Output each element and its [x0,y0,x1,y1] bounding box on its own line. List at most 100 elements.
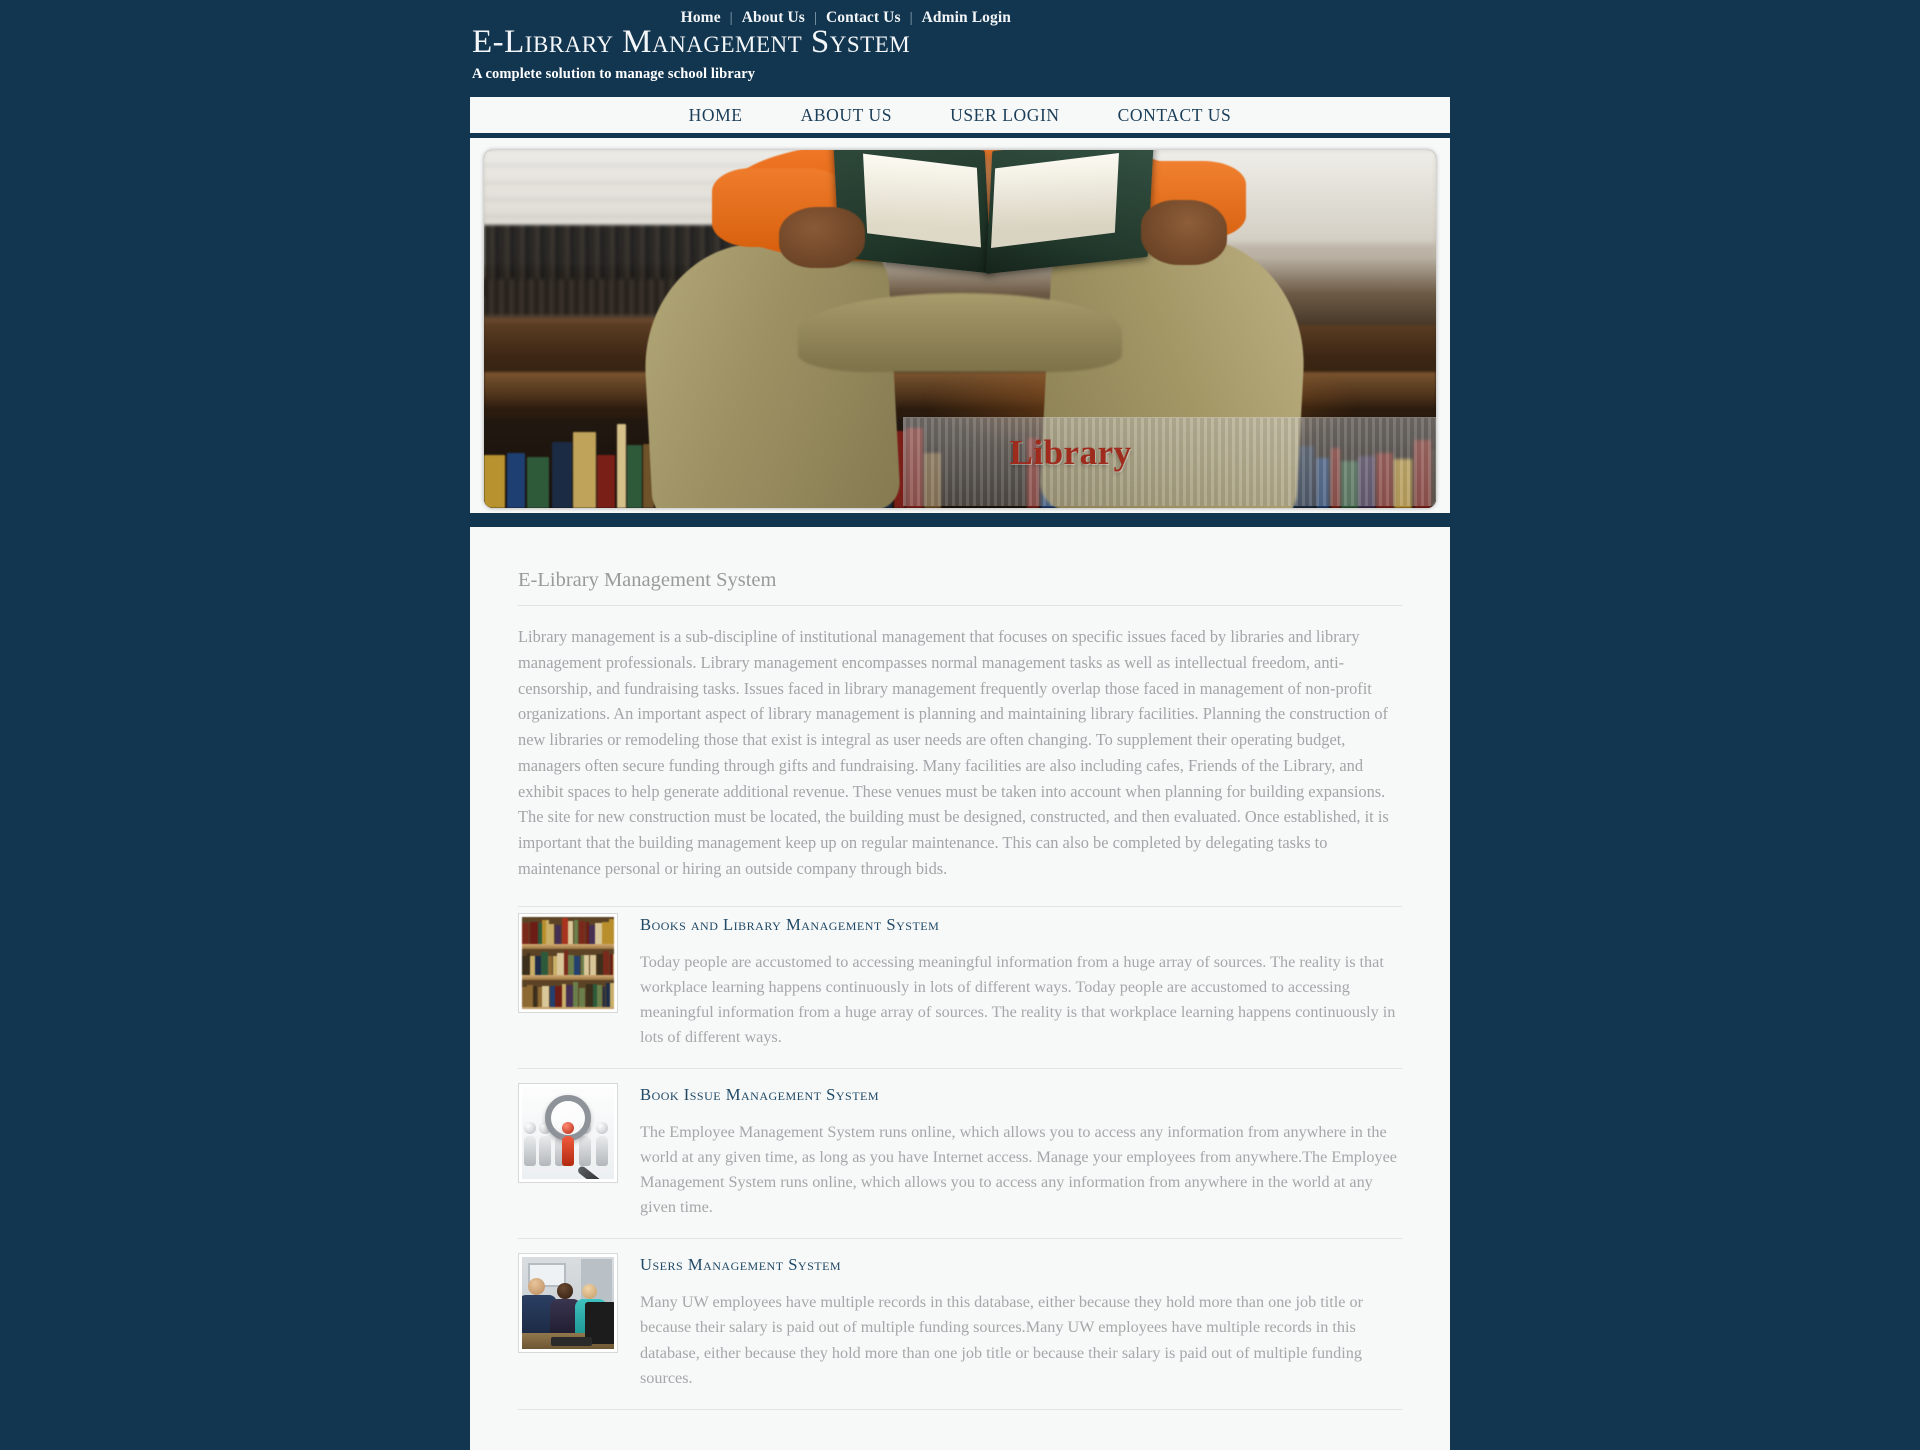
book-spine [616,423,627,508]
book-spine [597,984,603,1007]
book-spine [609,919,614,945]
top-nav-admin-login[interactable]: Admin Login [913,9,1020,26]
book-spine [585,984,593,1007]
book-spine [529,921,535,945]
book-spine [597,454,615,508]
book-spine [589,924,595,945]
intro-paragraph: Library management is a sub-discipline o… [518,627,1389,878]
book-spine [602,922,609,945]
banner-book-pages-right [991,152,1120,248]
site-title: E-Library Management System [472,24,911,60]
book-spine [574,956,581,976]
book-spine [568,921,574,945]
book-spine [526,457,549,508]
book-spine [573,431,596,508]
book-spine [573,981,579,1007]
content-panel: E-Library Management System Library mana… [470,527,1450,1450]
banner-overlay-texture [902,417,1436,506]
book-spine [602,951,610,976]
top-utility-nav: Home | About Us | Contact Us | Admin Login [0,9,1920,27]
book-spine [530,955,535,976]
book-spine [549,924,555,945]
banner-person-hand-left [779,207,865,269]
keyboard-icon [551,1336,592,1346]
main-nav-link-contact-us[interactable]: CONTACT US [1089,97,1261,132]
book-spine [548,955,553,976]
book-spine [613,954,614,976]
feature-title: Users Management System [640,1255,842,1275]
feature-title: Book Issue Management System [640,1084,880,1104]
book-spine [561,918,569,945]
site-tagline: A complete solution to manage school lib… [472,66,756,83]
main-nav: HOME ABOUT US USER LOGIN CONTACT US [470,97,1450,138]
feature-item: Books and Library Management System Toda… [518,905,1402,1068]
feature-text: Today people are accustomed to accessing… [640,952,1396,1046]
banner-person-lap [798,293,1122,372]
book-spine [551,442,572,508]
main-nav-link-home[interactable]: HOME [660,97,772,132]
book-spine [595,922,602,945]
banner-overlay-strip: Library [902,416,1436,506]
book-spine [522,955,527,976]
feature-item: Book Issue Management System The Employe… [518,1067,1402,1238]
figure-icon [523,1122,536,1167]
book-spine [522,986,527,1007]
hero-banner-image: Library [484,150,1436,508]
book-spine [522,923,530,945]
book-spine [542,986,550,1007]
feature-list: Books and Library Management System Toda… [518,905,1402,1410]
book-spine [549,985,555,1007]
feature-body: Users Management System Many UW employee… [640,1253,1402,1390]
users-computer-thumbnail-art [522,1257,614,1350]
book-spine [541,952,548,976]
feature-body: Books and Library Management System Toda… [640,913,1402,1050]
book-spine [527,984,534,1007]
main-nav-link-user-login[interactable]: USER LOGIN [921,97,1089,132]
shelf-board [522,975,614,980]
books-shelf-thumbnail-art [522,916,614,1009]
book-spine [596,953,603,976]
book-spine [566,985,573,1007]
shelf-board [522,1006,614,1009]
books-shelf-thumbnail[interactable] [518,912,618,1013]
main-nav-list: HOME ABOUT US USER LOGIN CONTACT US [660,97,1261,132]
feature-text: Many UW employees have multiple records … [640,1293,1363,1387]
page-root: Home | About Us | Contact Us | Admin Login E-L… [0,0,1920,1450]
site-brand: E-Library Management System A complete s… [472,24,910,83]
banner-book-pages-left [862,153,982,247]
magnifier-people-thumbnail[interactable] [518,1082,618,1183]
banner-panel: Library [470,138,1450,520]
book-spine [535,955,541,976]
feature-text: The Employee Management System runs onli… [640,1122,1397,1217]
feature-body: Book Issue Management System The Employe… [640,1083,1402,1220]
book-spine [584,954,590,976]
shelf-row [522,950,614,976]
main-nav-item-user-login[interactable]: USER LOGIN [921,97,1089,132]
book-spine [555,985,562,1007]
book-spine [554,924,562,945]
banner-library-word: Library [1009,433,1132,473]
book-spine [627,444,643,508]
users-computer-thumbnail[interactable] [518,1253,618,1354]
magnifier-people-thumbnail-art [522,1086,614,1179]
main-nav-item-about-us[interactable]: ABOUT US [772,97,922,132]
figure-icon [595,1122,608,1167]
book-spine [573,920,579,945]
shelf-row [522,918,614,945]
banner-person-hand-right [1140,200,1227,265]
book-spine [578,920,586,945]
title-divider [518,605,1402,606]
page-title: E-Library Management System [518,569,777,591]
feature-item: Users Management System Many UW employee… [518,1238,1402,1410]
book-spine [506,453,525,508]
main-nav-item-home[interactable]: HOME [660,97,772,132]
feature-title: Books and Library Management System [640,914,940,934]
main-nav-item-contact-us[interactable]: CONTACT US [1089,97,1261,132]
main-nav-link-about-us[interactable]: ABOUT US [772,97,922,132]
book-spine [578,988,586,1007]
book-spine [484,454,506,508]
shelf-board [522,944,614,949]
figure-icon-highlighted [561,1122,574,1167]
book-spine [610,983,614,1007]
shelf-row [522,981,614,1007]
